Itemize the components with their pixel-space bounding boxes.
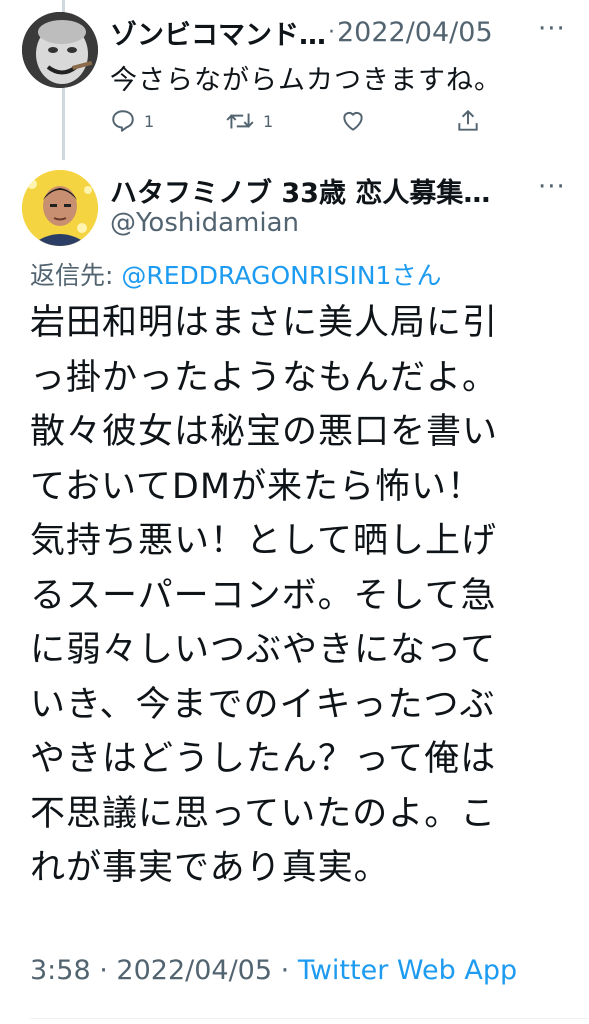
heart-icon [343,111,363,131]
avatar-image [22,12,98,88]
divider [30,1018,589,1019]
more-icon[interactable]: ··· [538,14,566,44]
tweet-time[interactable]: 3:58 [30,955,91,986]
more-icon[interactable]: ··· [538,172,566,202]
reply-label: 返信先: [30,261,114,290]
main-author-handle[interactable]: @Yoshidamian [110,208,299,238]
reply-button[interactable]: 1 [110,108,154,134]
main-header: ハタフミノブ 33歳 恋人募集… [110,170,540,210]
main-tweet-text: 岩田和明はまさに美人局に引 っ掛かったようなもんだよ。 散々彼女は秘宝の悪口を書… [30,303,499,888]
retweet-icon [226,113,254,129]
parent-avatar[interactable] [22,12,98,88]
parent-header: ゾンビコマンド… · 2022/04/05 [110,12,580,52]
meta-separator: · [99,955,108,986]
retweet-count: 1 [263,111,274,131]
parent-tweet-text: 今さらながらムカつきますね。 [110,65,502,96]
reply-suffix[interactable]: さん [391,261,441,290]
share-icon [458,109,478,131]
parent-date[interactable]: 2022/04/05 [337,17,493,48]
retweet-button[interactable]: 1 [225,108,273,134]
tweet-source[interactable]: Twitter Web App [298,955,517,986]
header-separator: · [328,19,335,45]
reply-icon [112,110,134,132]
main-avatar[interactable] [22,170,98,246]
share-button[interactable] [455,108,489,134]
main-author-name[interactable]: ハタフミノブ 33歳 恋人募集… [110,171,490,210]
reply-context: 返信先: @REDDRAGONRISIN1さん [30,256,441,292]
reply-to-link[interactable]: @REDDRAGONRISIN1 [121,261,391,290]
tweet-date[interactable]: 2022/04/05 [116,955,272,986]
parent-author-name[interactable]: ゾンビコマンド… [110,13,326,52]
tweet-metadata: 3:58 · 2022/04/05 · Twitter Web App [30,955,517,986]
like-button[interactable] [340,108,374,134]
meta-separator: · [280,955,290,986]
reply-count: 1 [144,111,155,131]
avatar-image [22,170,98,246]
